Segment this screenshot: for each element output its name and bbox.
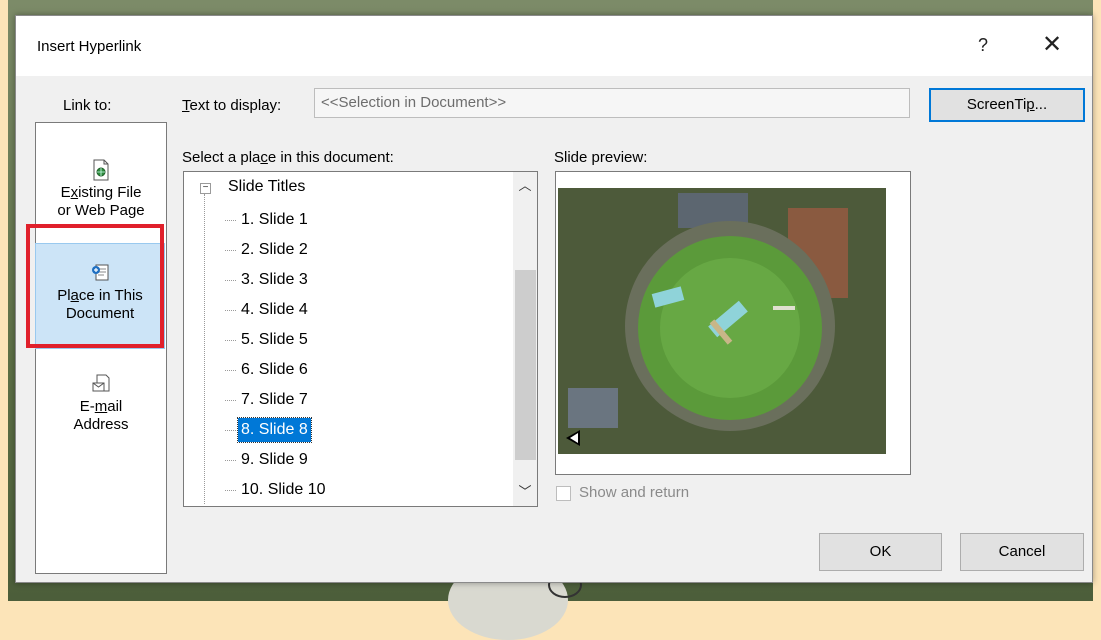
tree-item-slide[interactable]: 6. Slide 6 [225,358,311,382]
email-icon [92,374,110,392]
text-to-display-label: Text to display: [182,97,282,114]
tree-item-slide[interactable]: 3. Slide 3 [225,268,311,292]
tree-item-slide[interactable]: 5. Slide 5 [225,328,311,352]
help-button[interactable]: ? [971,33,995,57]
title-bar: Insert Hyperlink ? ✕ [16,16,1092,76]
existing-file-icon [93,159,109,181]
tree-item-slide[interactable]: 4. Slide 4 [225,298,311,322]
tree-item-slide[interactable]: 9. Slide 9 [225,448,311,472]
tree-item-slide[interactable]: 10. Slide 10 [225,478,329,502]
tree-item-slide[interactable]: 2. Slide 2 [225,238,311,262]
slide-preview-label: Slide preview: [554,149,648,166]
dialog-title: Insert Hyperlink [37,38,142,55]
link-existing-label: Existing File or Web Page [57,184,145,219]
scrollbar-thumb[interactable] [515,270,536,460]
show-and-return-checkbox[interactable] [556,485,571,501]
show-and-return-option[interactable]: Show and return [556,484,689,501]
tree-scrollbar[interactable]: ︿ ﹀ [513,172,537,506]
link-to-label: Link to: [63,97,112,114]
tree-root-slide-titles[interactable]: Slide Titles [228,178,305,196]
tree-connector [204,194,205,504]
link-email-label: E-mail Address [73,398,129,433]
highlight-annotation-box [26,224,164,348]
document-place-tree[interactable]: − Slide Titles 1. Slide 1 2. Slide 2 3. Sl… [183,171,538,507]
tree-item-slide[interactable]: 1. Slide 1 [225,208,311,232]
select-place-label: Select a place in this document: [182,149,394,166]
scroll-up-icon[interactable]: ︿ [513,174,537,198]
slide-preview-image [558,188,886,454]
ok-button[interactable]: OK [819,533,942,571]
insert-hyperlink-dialog: Insert Hyperlink ? ✕ Link to: Existing F… [15,15,1093,583]
link-email-button[interactable]: E-mail Address [36,373,166,434]
link-to-bar: Existing File or Web Page Place in This Do… [35,122,167,574]
text-to-display-input[interactable]: <<Selection in Document>> [314,88,910,118]
collapse-toggle-icon[interactable]: − [200,183,211,194]
slide-preview-panel [555,171,911,475]
close-button[interactable]: ✕ [1039,33,1065,59]
link-existing-file-button[interactable]: Existing File or Web Page [36,159,166,220]
scroll-down-icon[interactable]: ﹀ [513,480,537,504]
screentip-button[interactable]: ScreenTip... [929,88,1085,122]
tree-item-slide[interactable]: 7. Slide 7 [225,388,311,412]
cancel-button[interactable]: Cancel [960,533,1084,571]
show-and-return-label: Show and return [579,484,690,501]
tree-item-slide[interactable]: 8. Slide 8 [225,417,312,443]
